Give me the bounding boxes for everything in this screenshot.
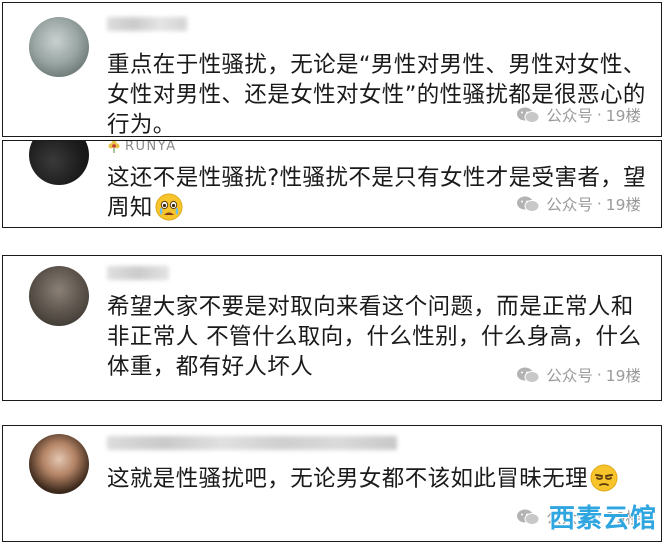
comment-meta: 公众号 · 19楼 [516, 193, 641, 215]
comment-card: 重点在于性骚扰，无论是“男性对男性、男性对女性、女性对男性、还是女性对女性”的性… [2, 2, 662, 137]
comment-meta: 公众号 · 19楼 [516, 364, 641, 386]
floor-label: 19楼 [605, 196, 641, 214]
crying-face-emoji [155, 193, 183, 221]
separator-dot: · [596, 366, 602, 384]
username-blurred[interactable] [107, 17, 187, 31]
wechat-icon [517, 367, 540, 383]
separator-dot: · [596, 195, 602, 213]
wechat-icon [517, 107, 540, 123]
wechat-icon [517, 509, 540, 525]
username-blurred[interactable] [107, 266, 169, 280]
floor-label: 19楼 [605, 367, 641, 385]
floor-label: 19楼 [605, 107, 641, 125]
source-label: 公众号 [546, 196, 593, 214]
username-row: RUNYA [107, 141, 177, 154]
comment-card: 希望大家不要是对取向来看这个问题，而是正常人和非正常人 不管什么取向，什么性别，… [2, 255, 662, 401]
avatar[interactable] [29, 266, 89, 326]
wechat-icon [517, 196, 540, 212]
comment-meta: 公众号 · 19楼 [516, 104, 641, 126]
separator-dot: · [596, 106, 602, 124]
source-label: 公众号 [546, 367, 593, 385]
source-label: 公众号 [546, 107, 593, 125]
flower-icon [108, 141, 120, 153]
avatar[interactable] [29, 17, 89, 77]
watermark-logo: 西素云馆 [548, 504, 657, 534]
avatar[interactable] [29, 434, 89, 494]
comment-card: RUNYA 这还不是性骚扰?性骚扰不是只有女性才是受害者，望周知 公众号 · 1… [2, 140, 662, 228]
avatar[interactable] [29, 141, 89, 185]
comment-text-content: 这就是性骚扰吧，无论男女都不该如此冒昧无理 [107, 466, 588, 492]
comment-card: 这就是性骚扰吧，无论男女都不该如此冒昧无理 公众号 · 19楼 西素云馆 [2, 425, 662, 542]
unamused-face-emoji [590, 464, 618, 492]
comment-text: 这就是性骚扰吧，无论男女都不该如此冒昧无理 [107, 464, 653, 494]
username[interactable]: RUNYA [125, 141, 177, 154]
username-blurred[interactable] [107, 436, 397, 450]
